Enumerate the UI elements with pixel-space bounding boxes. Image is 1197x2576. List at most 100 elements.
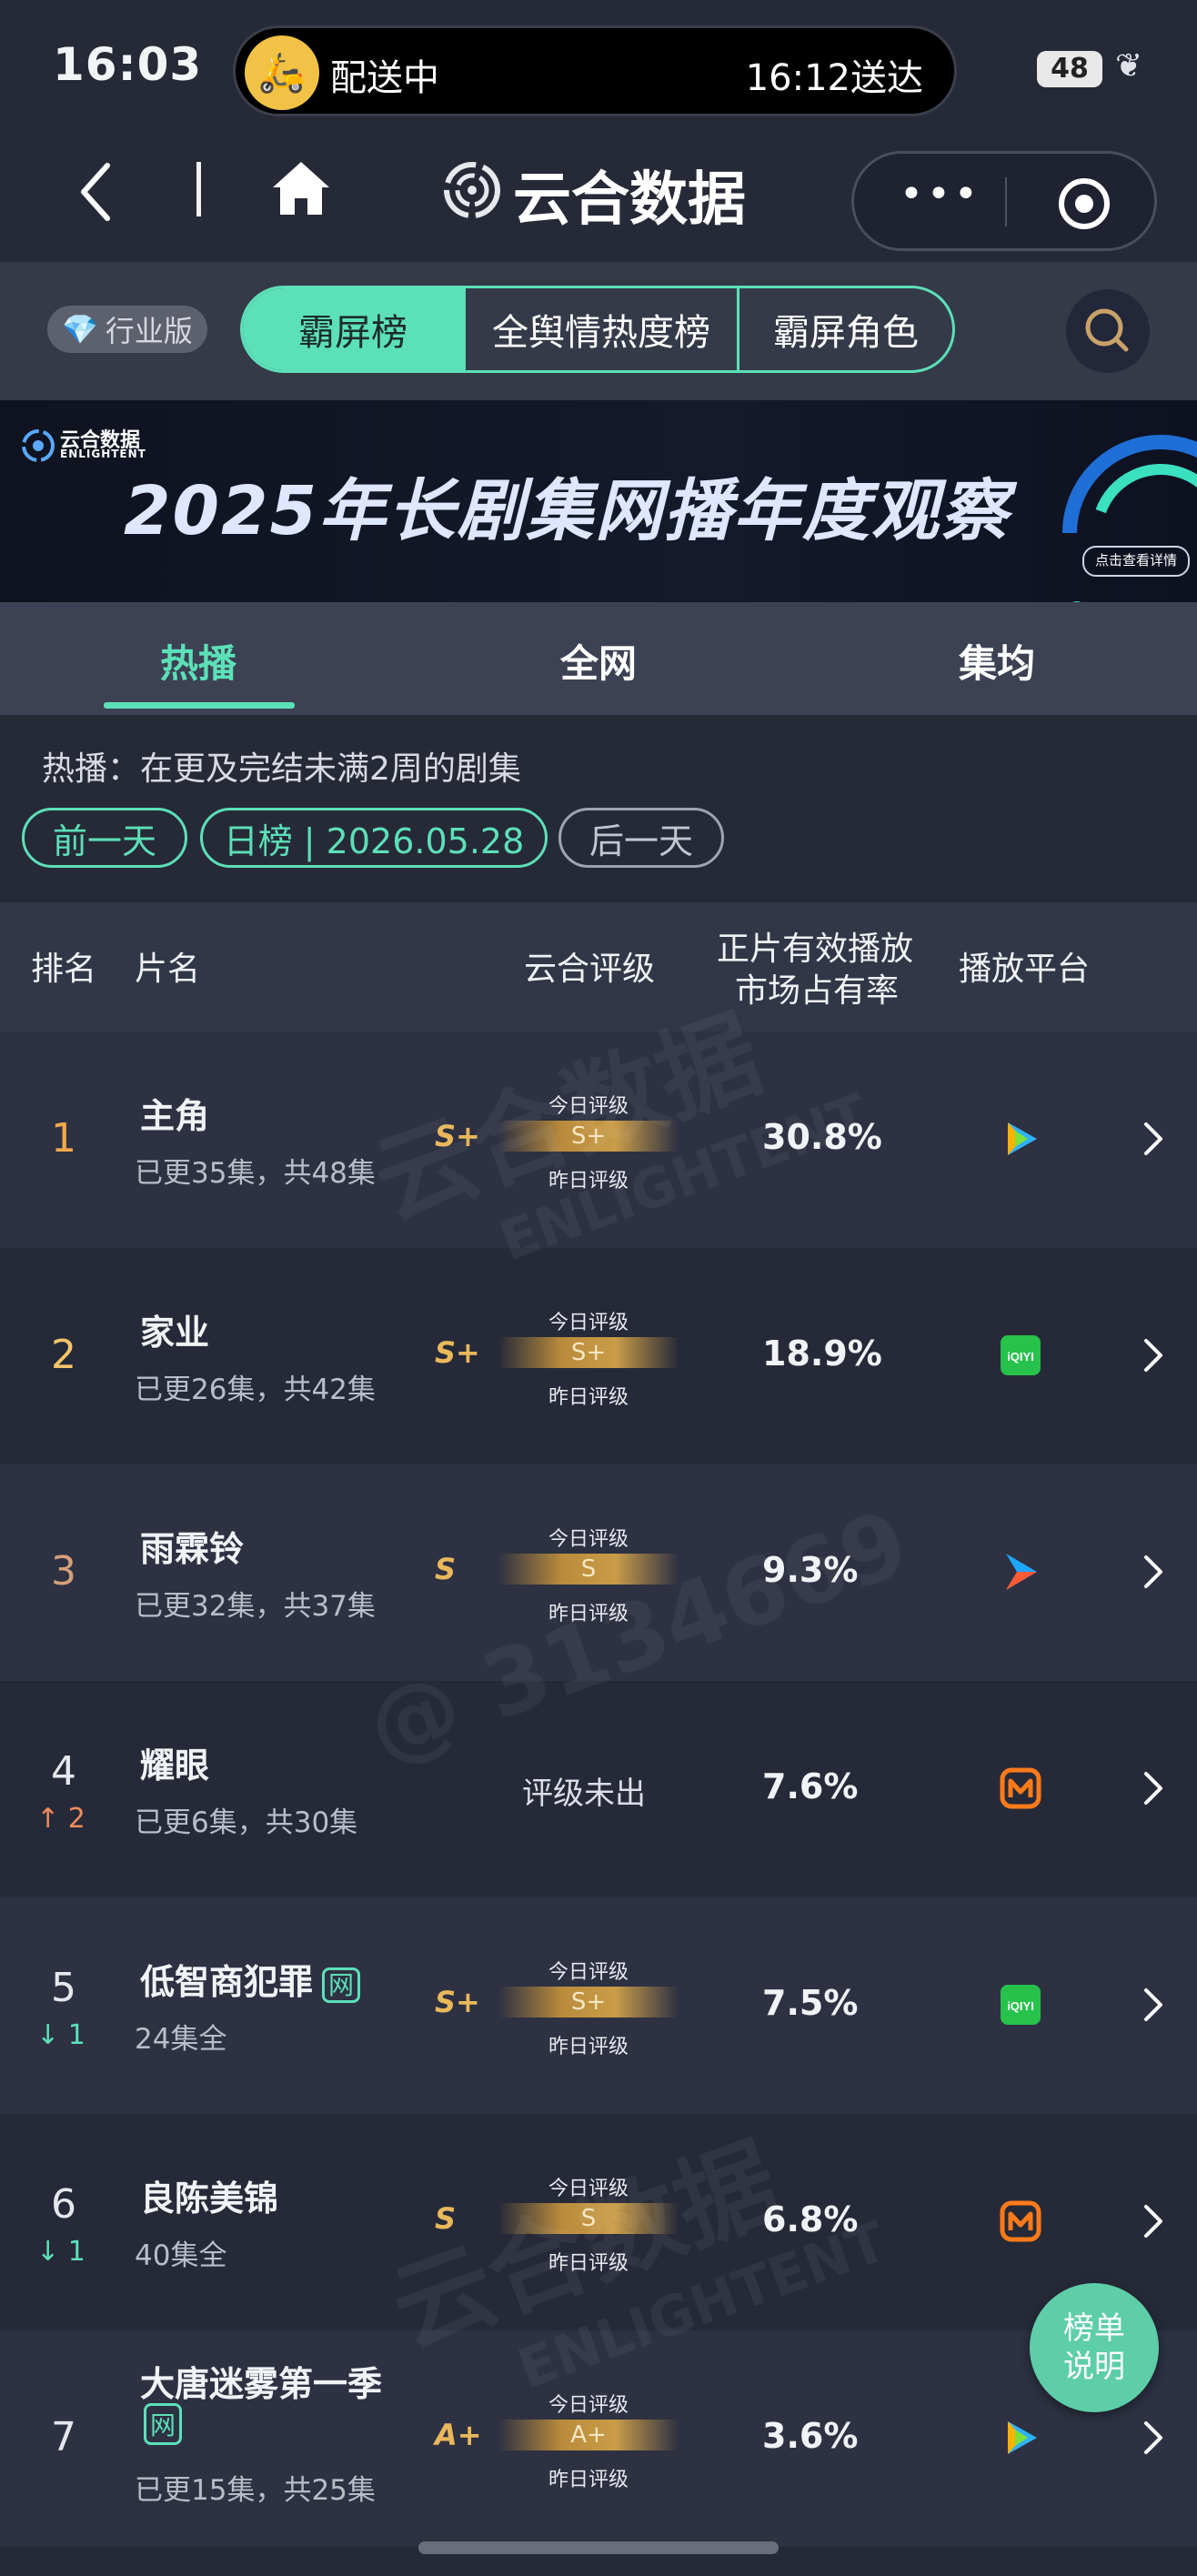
series-title-text: 雨霖铃 [140,1529,245,1569]
banner-detail-chip[interactable]: 点击查看详情 [1082,546,1190,577]
series-title[interactable]: 低智商犯罪网 [140,1954,361,2004]
subtab-per-episode[interactable]: 集均 [959,633,1035,689]
episode-progress: 24集全 [135,2023,227,2056]
column-header-grade: 云合评级 [524,951,656,988]
series-title-text: 低智商犯罪 [140,1962,314,2002]
grade-value: S [435,1552,457,1586]
tab-baping-roles[interactable]: 霸屏角色 [739,288,952,370]
table-row[interactable]: 4 ↑ 2 耀眼 已更6集，共30集 评级未出 7.6% [0,1681,1197,1897]
iqiyi-icon: iQIYI [1001,1985,1041,2025]
rank-change: 1 [67,2019,86,2051]
tab-public-opinion-heat[interactable]: 全舆情热度榜 [463,288,739,370]
grade-bar: S+ [498,1121,679,1152]
grade-value: S [435,2201,457,2236]
tencent-video-icon [1008,1122,1037,1155]
ranking-help-label: 榜单说明 [1063,2310,1125,2385]
banner-logo-icon [22,429,55,462]
grade-bar: A+ [498,2420,679,2450]
column-header-platform: 播放平台 [959,951,1091,988]
subtab-hot-airing[interactable]: 热播 [160,633,236,689]
series-title[interactable]: 家业 [140,1304,209,1354]
rank-trend-up: ↑ 2 [36,1803,100,1835]
svg-text:iQIYI: iQIYI [1007,1350,1034,1363]
today-grade-label: 今日评级 [548,1528,629,1551]
prev-day-button[interactable]: 前一天 [22,808,187,868]
table-row[interactable]: 3 雨霖铃 已更32集，共37集 S 今日评级 S 昨日评级 9.3% [0,1464,1197,1681]
series-title[interactable]: 良陈美锦 [140,2170,278,2220]
today-grade-label: 今日评级 [548,1961,629,1984]
more-options-button[interactable]: ••• [900,175,978,221]
today-grade-label: 今日评级 [548,1095,629,1118]
delivery-eta: 16:12送达 [745,57,923,99]
search-icon[interactable] [1066,289,1150,373]
series-title[interactable]: 大唐迷雾第一季 [140,2356,382,2406]
trend-arrow-icon: ↑ [36,1803,60,1835]
rank-trend-down: ↓ 1 [36,2236,100,2268]
nav-divider [196,162,201,216]
series-title-text: 家业 [140,1313,210,1353]
close-miniprogram-icon[interactable] [1056,176,1112,232]
power-saving-leaf-icon: ❦ [1115,47,1143,85]
column-header-rank: 排名 [31,951,97,988]
rank-number: 2 [51,1332,76,1378]
rank-number: 7 [51,2414,76,2460]
iqiyi-icon: iQIYI [1001,1335,1041,1375]
active-subtab-indicator [104,702,295,709]
home-indicator[interactable] [418,2541,779,2554]
chevron-right-icon[interactable] [1141,1335,1166,1375]
app-title: 云合数据 [513,166,746,234]
chevron-right-icon[interactable] [1141,1552,1166,1592]
grade-value: A+ [435,2418,482,2452]
diamond-icon: 💎 [62,312,98,347]
yesterday-grade-label: 昨日评级 [548,1603,629,1625]
grade-value: S+ [435,1119,480,1153]
column-header-share-line1: 正片有效播放 [717,931,914,968]
episode-progress: 已更26集，共42集 [135,1374,376,1406]
episode-progress: 已更15集，共25集 [135,2474,376,2507]
next-day-button[interactable]: 后一天 [558,808,724,868]
table-row[interactable]: 6 ↓ 1 良陈美锦 40集全 S 今日评级 S 昨日评级 6.8% [0,2114,1197,2330]
chevron-right-icon[interactable] [1141,1119,1166,1159]
yesterday-grade-label: 昨日评级 [548,1386,629,1409]
series-title[interactable]: 雨霖铃 [140,1521,244,1571]
chevron-right-icon[interactable] [1141,1985,1166,2025]
series-title[interactable]: 耀眼 [140,1737,209,1787]
chevron-right-icon[interactable] [1141,2418,1166,2458]
episode-progress: 40集全 [135,2239,227,2272]
delivery-rider-icon: 🛵 [245,35,319,110]
subtab-all-network[interactable]: 全网 [560,633,637,689]
today-grade-label: 今日评级 [548,2178,629,2200]
rank-number: 3 [51,1548,76,1595]
chevron-right-icon[interactable] [1141,1768,1166,1808]
chevron-right-icon[interactable] [1141,2201,1166,2241]
grade-value: S+ [435,1985,480,2019]
grade-bar: S+ [498,1337,679,1368]
delivery-live-activity[interactable]: 🛵 配送中 16:12送达 [233,25,957,116]
subtab-bar: 热播 全网 集均 [0,602,1197,715]
episode-progress: 已更35集，共48集 [135,1157,376,1190]
series-title-text: 良陈美锦 [140,2179,279,2219]
delivery-status: 配送中 [330,57,439,99]
rank-number: 4 [51,1748,76,1795]
column-header-share-line2: 市场占有率 [735,972,900,1010]
miniprogram-capsule: ••• [851,151,1157,251]
banner-title: 2025年长剧集网播年度观察 [124,472,1010,550]
rank-number: 1 [51,1115,76,1162]
table-row[interactable]: 5 ↓ 1 低智商犯罪网 24集全 S+ 今日评级 S+ 昨日评级 7.5% iQIYI [0,1897,1197,2114]
annual-report-banner[interactable]: 云合数据 ENLIGHTENT 2025年长剧集网播年度观察 点击查看详情 [0,400,1197,602]
tab-bapingbang[interactable]: 霸屏榜 [243,288,463,370]
ranking-help-button[interactable]: 榜单说明 [1030,2283,1159,2412]
web-series-badge: 网 [144,2403,183,2445]
home-icon[interactable] [269,156,333,220]
series-title[interactable]: 主角 [140,1088,209,1138]
back-icon[interactable] [78,160,115,224]
market-share-value: 18.9% [762,1333,882,1374]
date-selector[interactable]: 日榜 | 2026.05.28 [200,808,548,868]
table-row[interactable]: 7 大唐迷雾第一季网已更15集，共25集 A+ 今日评级 A+ 昨日评级 3.6% [0,2330,1197,2547]
trend-arrow-icon: ↓ [36,2236,60,2268]
web-series-badge-wrap: 网 [144,2403,183,2445]
grade-bar: S+ [498,1987,679,2018]
table-row[interactable]: 2 家业 已更26集，共42集 S+ 今日评级 S+ 昨日评级 18.9% iQIYI [0,1248,1197,1464]
edition-badge[interactable]: 💎 行业版 [47,306,207,353]
table-row[interactable]: 1 主角 已更35集，共48集 S+ 今日评级 S+ 昨日评级 30.8% [0,1031,1197,1248]
